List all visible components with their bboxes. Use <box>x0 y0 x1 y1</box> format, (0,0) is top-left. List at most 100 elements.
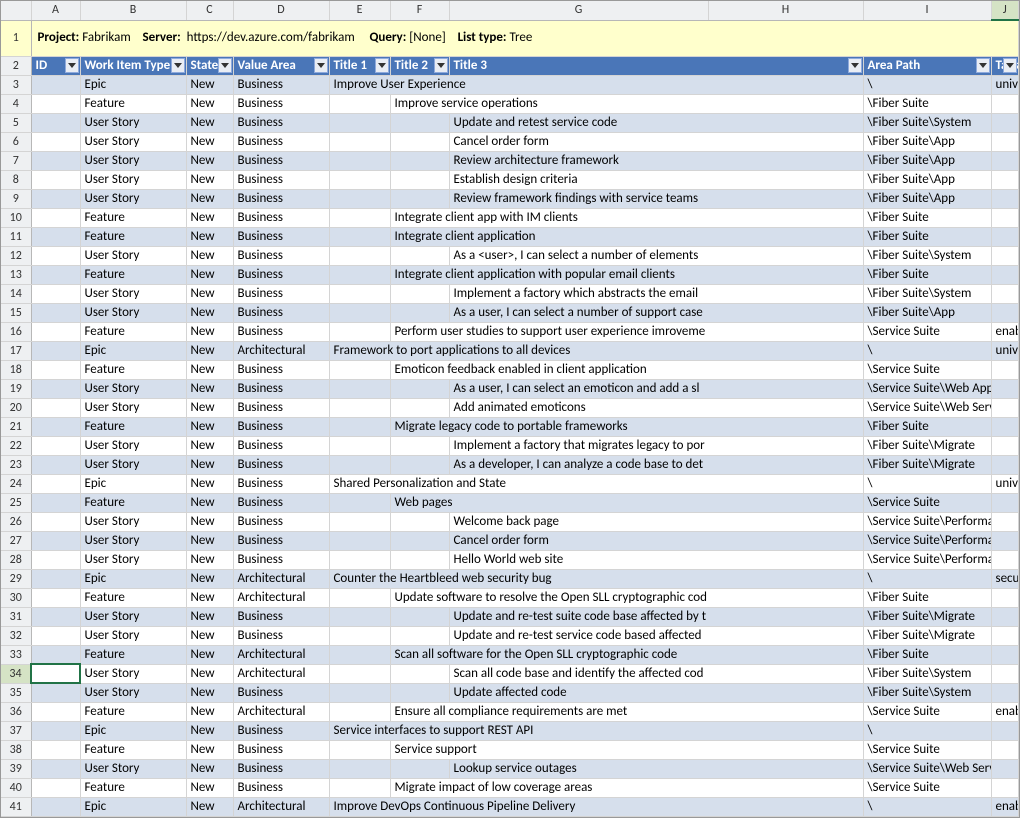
cell-title2[interactable] <box>390 531 449 550</box>
row-header-25[interactable]: 25 <box>1 493 31 512</box>
cell-id[interactable] <box>31 607 80 626</box>
row-header-40[interactable]: 40 <box>1 778 31 797</box>
cell-state[interactable]: New <box>186 322 233 341</box>
cell-id[interactable] <box>31 132 80 151</box>
row-header-41[interactable]: 41 <box>1 797 31 816</box>
cell-tags[interactable] <box>991 740 1019 759</box>
row-header-38[interactable]: 38 <box>1 740 31 759</box>
filter-dropdown-button[interactable] <box>314 58 328 73</box>
cell-state[interactable]: New <box>186 588 233 607</box>
cell-area-path[interactable]: \Fiber Suite\Migrate <box>863 607 991 626</box>
cell-title2[interactable] <box>390 683 449 702</box>
cell-title3[interactable]: Cancel order form <box>449 531 863 550</box>
cell-state[interactable]: New <box>186 94 233 113</box>
cell-title2[interactable]: Integrate client application <box>390 227 863 246</box>
cell-value-area[interactable]: Business <box>233 778 329 797</box>
cell-work-item-type[interactable]: Feature <box>80 360 186 379</box>
row-header-32[interactable]: 32 <box>1 626 31 645</box>
cell-area-path[interactable]: \Fiber Suite\System <box>863 284 991 303</box>
cell-id[interactable] <box>31 303 80 322</box>
cell-title1[interactable] <box>329 284 390 303</box>
row-header-13[interactable]: 13 <box>1 265 31 284</box>
cell-work-item-type[interactable]: Feature <box>80 322 186 341</box>
cell-value-area[interactable]: Business <box>233 417 329 436</box>
cell-id[interactable] <box>31 550 80 569</box>
cell-area-path[interactable]: \Fiber Suite\System <box>863 246 991 265</box>
row-header-36[interactable]: 36 <box>1 702 31 721</box>
cell-value-area[interactable]: Business <box>233 208 329 227</box>
cell-value-area[interactable]: Business <box>233 170 329 189</box>
col-header-C[interactable]: C <box>186 1 233 20</box>
cell-area-path[interactable]: \Fiber Suite <box>863 588 991 607</box>
cell-work-item-type[interactable]: User Story <box>80 170 186 189</box>
col-ID[interactable]: ID <box>31 56 80 75</box>
cell-tags[interactable]: enabler <box>991 322 1019 341</box>
cell-state[interactable]: New <box>186 132 233 151</box>
cell-tags[interactable] <box>991 208 1019 227</box>
cell-work-item-type[interactable]: User Story <box>80 607 186 626</box>
cell-id[interactable] <box>31 493 80 512</box>
row-header-7[interactable]: 7 <box>1 151 31 170</box>
cell-title2[interactable]: Integrate client application with popula… <box>390 265 863 284</box>
cell-value-area[interactable]: Architectural <box>233 797 329 816</box>
cell-id[interactable] <box>31 322 80 341</box>
cell-area-path[interactable]: \Fiber Suite\App <box>863 189 991 208</box>
cell-title2[interactable] <box>390 759 449 778</box>
cell-id[interactable] <box>31 664 80 683</box>
cell-tags[interactable] <box>991 227 1019 246</box>
cell-area-path[interactable]: \ <box>863 569 991 588</box>
cell-id[interactable] <box>31 778 80 797</box>
cell-tags[interactable] <box>991 303 1019 322</box>
cell-state[interactable]: New <box>186 797 233 816</box>
cell-state[interactable]: New <box>186 341 233 360</box>
cell-value-area[interactable]: Business <box>233 284 329 303</box>
cell-tags[interactable]: enabler <box>991 797 1019 816</box>
cell-state[interactable]: New <box>186 531 233 550</box>
cell-value-area[interactable]: Business <box>233 94 329 113</box>
row-header-10[interactable]: 10 <box>1 208 31 227</box>
cell-work-item-type[interactable]: Feature <box>80 588 186 607</box>
cell-id[interactable] <box>31 569 80 588</box>
cell-value-area[interactable]: Business <box>233 436 329 455</box>
cell-id[interactable] <box>31 626 80 645</box>
cell-area-path[interactable]: \Service Suite\Web Service <box>863 398 991 417</box>
cell-tags[interactable] <box>991 455 1019 474</box>
cell-title1[interactable] <box>329 493 390 512</box>
cell-work-item-type[interactable]: Epic <box>80 474 186 493</box>
col-header-G[interactable]: G <box>449 1 708 20</box>
row-header-31[interactable]: 31 <box>1 607 31 626</box>
cell-value-area[interactable]: Business <box>233 531 329 550</box>
cell-title2[interactable] <box>390 626 449 645</box>
cell-state[interactable]: New <box>186 778 233 797</box>
cell-id[interactable] <box>31 588 80 607</box>
cell-state[interactable]: New <box>186 721 233 740</box>
row-header-20[interactable]: 20 <box>1 398 31 417</box>
cell-work-item-type[interactable]: Feature <box>80 94 186 113</box>
cell-area-path[interactable]: \Fiber Suite\App <box>863 303 991 322</box>
cell-tags[interactable]: security <box>991 569 1019 588</box>
cell-tags[interactable]: universal applications <box>991 341 1019 360</box>
cell-value-area[interactable]: Business <box>233 75 329 94</box>
filter-dropdown-button[interactable] <box>976 58 990 73</box>
cell-state[interactable]: New <box>186 265 233 284</box>
cell-work-item-type[interactable]: Feature <box>80 227 186 246</box>
cell-state[interactable]: New <box>186 151 233 170</box>
cell-tags[interactable] <box>991 721 1019 740</box>
row-header-35[interactable]: 35 <box>1 683 31 702</box>
col-title3[interactable]: Title 3 <box>449 56 863 75</box>
cell-state[interactable]: New <box>186 550 233 569</box>
cell-value-area[interactable]: Architectural <box>233 569 329 588</box>
cell-tags[interactable] <box>991 493 1019 512</box>
cell-title3[interactable]: As a user, I can select an emoticon and … <box>449 379 863 398</box>
cell-work-item-type[interactable]: Feature <box>80 740 186 759</box>
cell-work-item-type[interactable]: Feature <box>80 208 186 227</box>
row-header-37[interactable]: 37 <box>1 721 31 740</box>
cell-tags[interactable] <box>991 550 1019 569</box>
cell-title1[interactable] <box>329 759 390 778</box>
filter-dropdown-button[interactable] <box>848 58 862 73</box>
cell-title1[interactable] <box>329 626 390 645</box>
cell-id[interactable] <box>31 113 80 132</box>
cell-title1[interactable] <box>329 208 390 227</box>
cell-work-item-type[interactable]: User Story <box>80 379 186 398</box>
cell-id[interactable] <box>31 759 80 778</box>
